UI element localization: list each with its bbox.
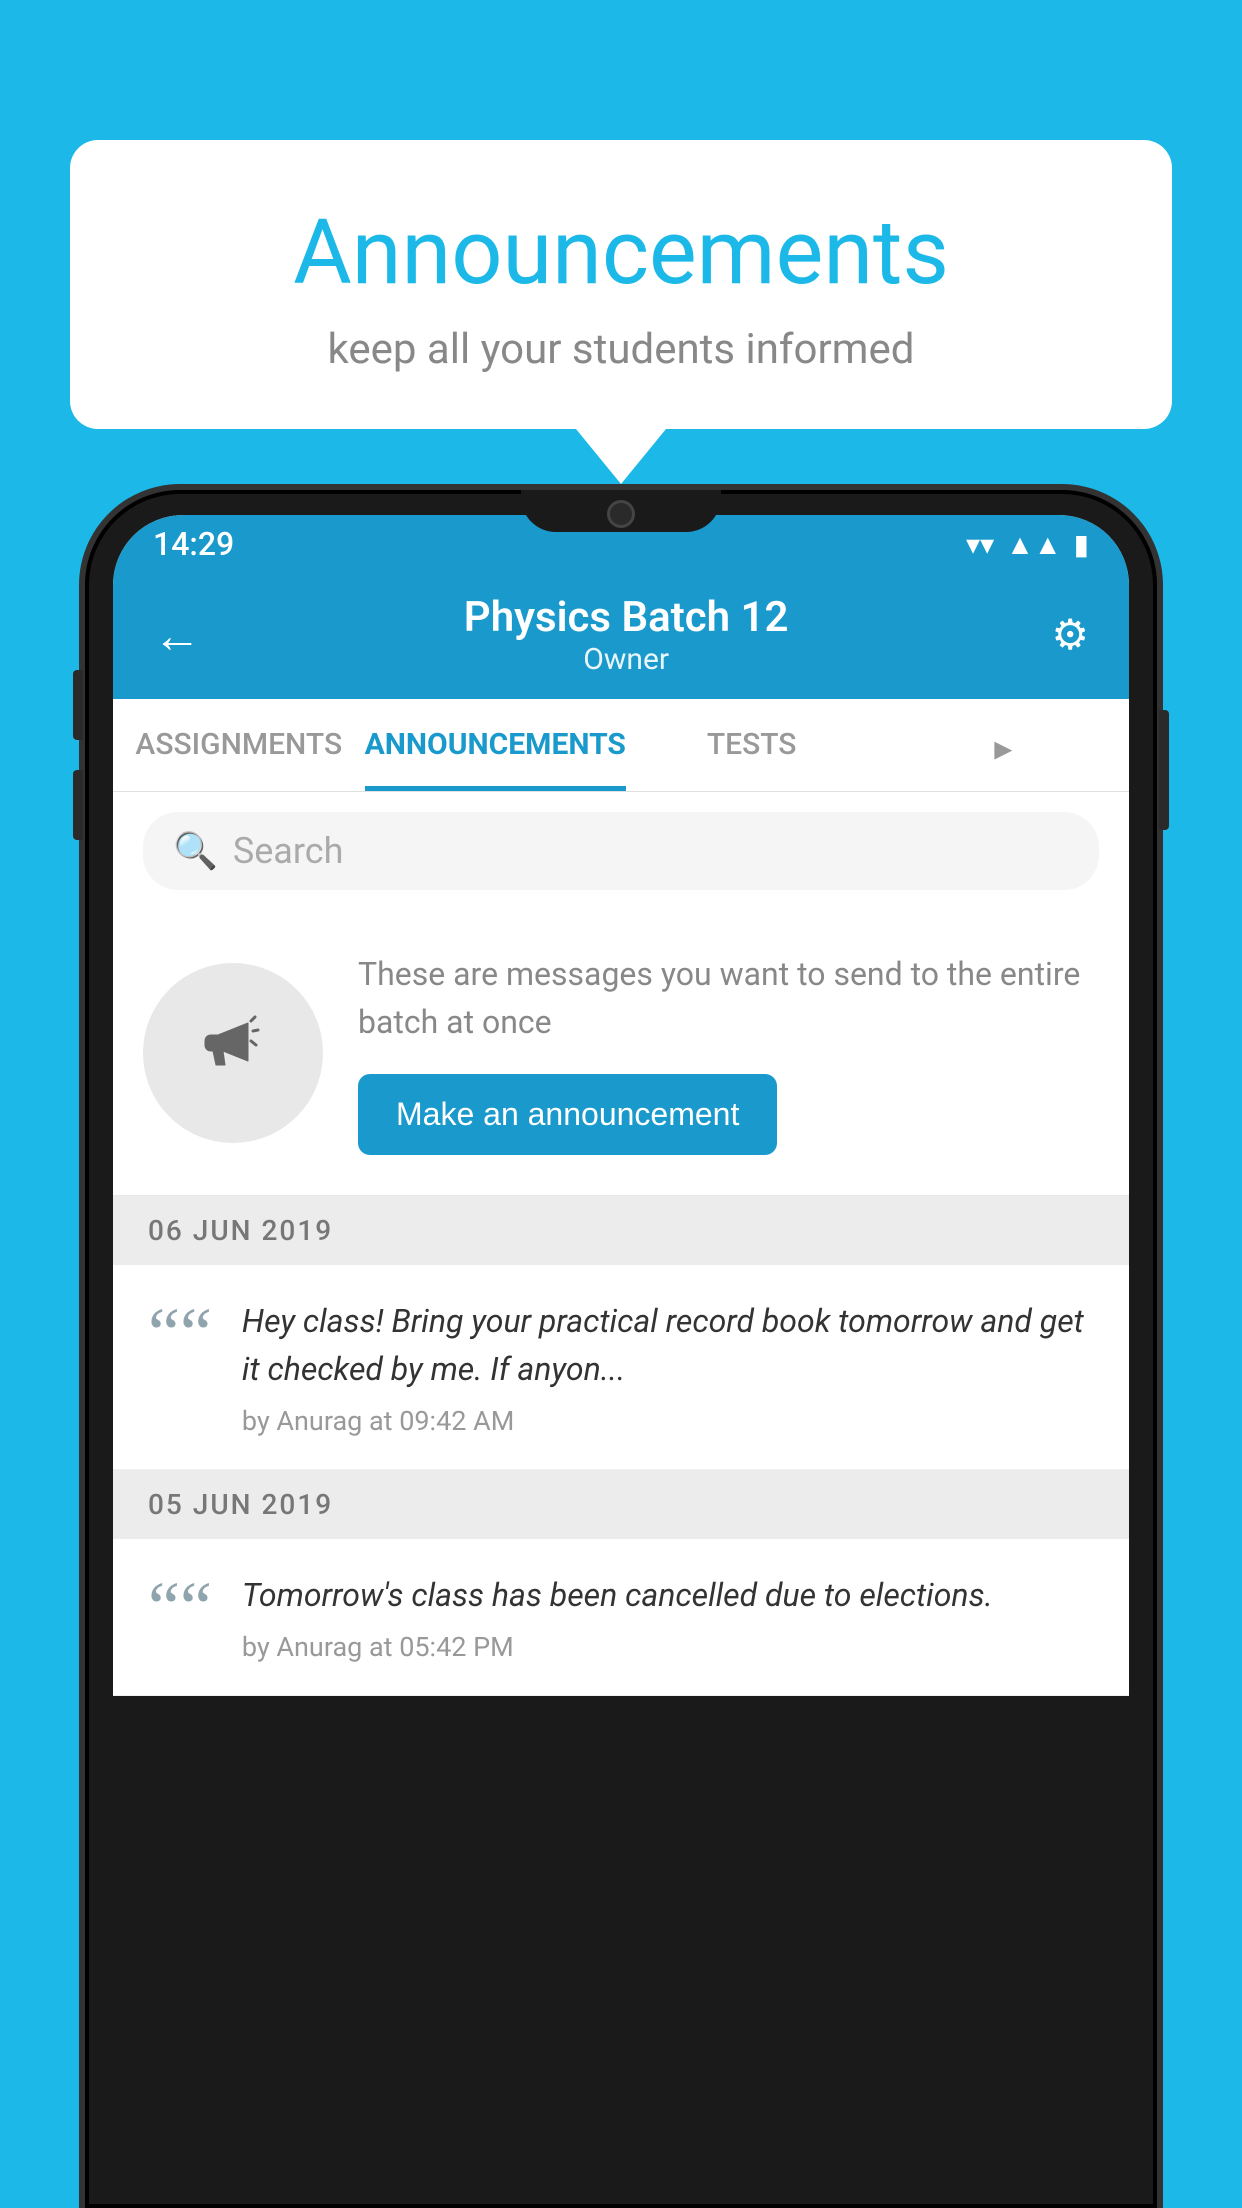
quote-icon-2: ““ xyxy=(148,1579,212,1637)
date-separator-1: 06 JUN 2019 xyxy=(113,1196,1129,1265)
announcement-meta-1: by Anurag at 09:42 AM xyxy=(242,1405,1094,1437)
empty-state: These are messages you want to send to t… xyxy=(113,910,1129,1196)
app-header: ← Physics Batch 12 Owner ⚙ xyxy=(113,573,1129,699)
date-separator-2: 05 JUN 2019 xyxy=(113,1470,1129,1539)
search-bar: 🔍 Search xyxy=(113,792,1129,910)
announcement-content-2: Tomorrow's class has been cancelled due … xyxy=(242,1571,1094,1663)
announcement-text-1: Hey class! Bring your practical record b… xyxy=(242,1297,1094,1393)
battery-icon: ▮ xyxy=(1074,528,1089,561)
announcement-content-1: Hey class! Bring your practical record b… xyxy=(242,1297,1094,1437)
signal-icon: ▲▲ xyxy=(1006,528,1061,561)
tab-tests[interactable]: TESTS xyxy=(626,699,878,791)
make-announcement-button[interactable]: Make an announcement xyxy=(358,1074,777,1155)
speech-bubble-subtitle: keep all your students informed xyxy=(150,325,1092,374)
announcement-item-1[interactable]: ““ Hey class! Bring your practical recor… xyxy=(113,1265,1129,1470)
header-title: Physics Batch 12 xyxy=(201,593,1051,642)
speech-bubble-title: Announcements xyxy=(150,200,1092,305)
speech-bubble-container: Announcements keep all your students inf… xyxy=(70,140,1172,484)
empty-state-description: These are messages you want to send to t… xyxy=(358,950,1099,1046)
quote-icon-1: ““ xyxy=(148,1305,212,1363)
search-icon: 🔍 xyxy=(173,830,218,872)
empty-icon-circle xyxy=(143,963,323,1143)
speech-bubble: Announcements keep all your students inf… xyxy=(70,140,1172,429)
wifi-icon: ▾▾ xyxy=(966,528,994,561)
phone-side-btn-volume-up xyxy=(73,670,83,740)
back-button[interactable]: ← xyxy=(153,607,201,664)
tab-more[interactable]: ▸ xyxy=(877,699,1129,791)
announcement-item-2[interactable]: ““ Tomorrow's class has been cancelled d… xyxy=(113,1539,1129,1696)
speech-bubble-arrow xyxy=(576,429,666,484)
phone-frame: 14:29 ▾▾ ▲▲ ▮ ← Physics Batch 12 Owner ⚙… xyxy=(85,490,1157,2208)
phone-camera xyxy=(607,500,635,528)
phone-side-btn-volume-down xyxy=(73,770,83,840)
phone-notch xyxy=(521,490,721,532)
search-input-container[interactable]: 🔍 Search xyxy=(143,812,1099,890)
header-subtitle: Owner xyxy=(201,642,1051,677)
header-title-container: Physics Batch 12 Owner xyxy=(201,593,1051,677)
megaphone-icon xyxy=(193,1003,273,1103)
status-time: 14:29 xyxy=(153,525,234,563)
settings-button[interactable]: ⚙ xyxy=(1051,610,1089,660)
empty-state-text: These are messages you want to send to t… xyxy=(358,950,1099,1155)
phone-inner: 14:29 ▾▾ ▲▲ ▮ ← Physics Batch 12 Owner ⚙… xyxy=(113,515,1129,1696)
phone-side-btn-power xyxy=(1159,710,1169,830)
tab-bar: ASSIGNMENTS ANNOUNCEMENTS TESTS ▸ xyxy=(113,699,1129,792)
search-placeholder: Search xyxy=(233,830,344,872)
tab-assignments[interactable]: ASSIGNMENTS xyxy=(113,699,365,791)
phone-content: 🔍 Search Thes xyxy=(113,792,1129,1696)
tab-announcements[interactable]: ANNOUNCEMENTS xyxy=(365,699,626,791)
announcement-meta-2: by Anurag at 05:42 PM xyxy=(242,1631,1094,1663)
announcement-text-2: Tomorrow's class has been cancelled due … xyxy=(242,1571,1094,1619)
status-icons: ▾▾ ▲▲ ▮ xyxy=(966,528,1089,561)
